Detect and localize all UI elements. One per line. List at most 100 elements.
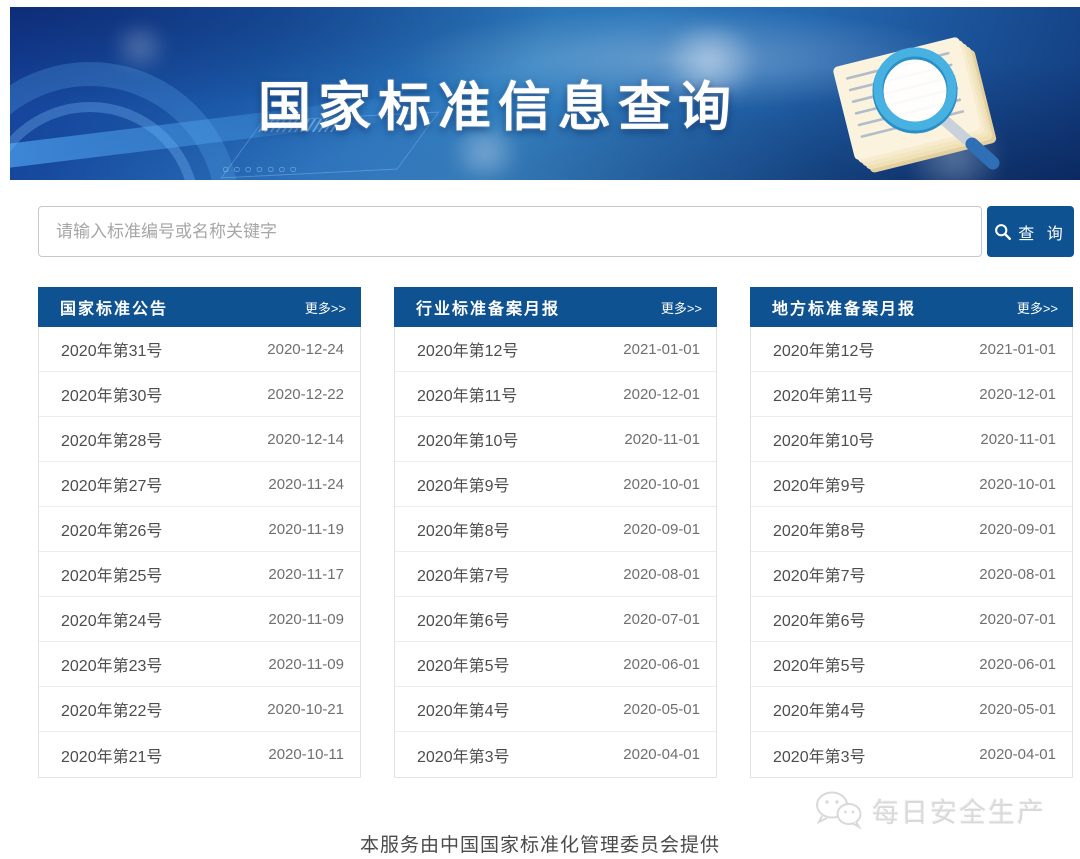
list-item[interactable]: 2020年第24号 2020-11-09	[39, 597, 360, 642]
wechat-icon	[812, 789, 864, 831]
list-item[interactable]: 2020年第31号 2020-12-24	[39, 327, 360, 372]
watermark-label: 每日安全生产	[872, 791, 1046, 830]
list-item-date: 2020-10-11	[268, 746, 344, 763]
list-item-date: 2020-10-01	[623, 476, 700, 493]
bulletin-panels: 国家标准公告 更多>> 2020年第31号 2020-12-24 2020年第3…	[38, 287, 1080, 778]
documents-magnifier-illustration	[817, 23, 1032, 173]
list-item-name: 2020年第23号	[61, 652, 162, 676]
search-input[interactable]	[38, 206, 982, 257]
list-item-date: 2020-09-01	[979, 521, 1056, 538]
list-item-name: 2020年第6号	[773, 607, 866, 631]
list-item-name: 2020年第3号	[417, 743, 510, 767]
list-item-date: 2020-12-24	[267, 341, 344, 358]
list-item-name: 2020年第4号	[773, 697, 866, 721]
list-item[interactable]: 2020年第23号 2020-11-09	[39, 642, 360, 687]
list-item[interactable]: 2020年第12号 2021-01-01	[395, 327, 716, 372]
list-item[interactable]: 2020年第25号 2020-11-17	[39, 552, 360, 597]
list-item-name: 2020年第31号	[61, 337, 162, 361]
list-item-date: 2020-08-01	[623, 566, 700, 583]
list-item-name: 2020年第9号	[417, 472, 510, 496]
list-item-date: 2020-11-09	[268, 656, 344, 673]
list-item[interactable]: 2020年第3号 2020-04-01	[751, 732, 1072, 777]
list-item-date: 2020-12-22	[267, 386, 344, 403]
panel-title: 地方标准备案月报	[772, 295, 916, 319]
list-item[interactable]: 2020年第8号 2020-09-01	[395, 507, 716, 552]
list-item-name: 2020年第9号	[773, 472, 866, 496]
list-item-date: 2021-01-01	[979, 341, 1056, 358]
list-item-date: 2020-10-21	[267, 701, 344, 718]
list-item-name: 2020年第3号	[773, 743, 866, 767]
watermark: 每日安全生产	[812, 789, 1046, 831]
list-item[interactable]: 2020年第21号 2020-10-11	[39, 732, 360, 777]
panel-list: 2020年第31号 2020-12-24 2020年第30号 2020-12-2…	[38, 327, 361, 778]
list-item[interactable]: 2020年第30号 2020-12-22	[39, 372, 360, 417]
list-item-date: 2020-06-01	[623, 656, 700, 673]
list-item-date: 2020-12-01	[979, 386, 1056, 403]
list-item-name: 2020年第12号	[773, 337, 874, 361]
panel-list: 2020年第12号 2021-01-01 2020年第11号 2020-12-0…	[394, 327, 717, 778]
list-item[interactable]: 2020年第7号 2020-08-01	[395, 552, 716, 597]
list-item-name: 2020年第11号	[773, 382, 873, 406]
list-item-date: 2020-11-01	[980, 431, 1056, 448]
panel-header: 行业标准备案月报 更多>>	[394, 287, 717, 327]
panel-title: 行业标准备案月报	[416, 295, 560, 319]
list-item-name: 2020年第30号	[61, 382, 162, 406]
list-item-date: 2020-07-01	[623, 611, 700, 628]
list-item-date: 2020-05-01	[623, 701, 700, 718]
more-link[interactable]: 更多>>	[305, 298, 346, 317]
search-button[interactable]: 查 询	[987, 206, 1074, 257]
list-item[interactable]: 2020年第4号 2020-05-01	[751, 687, 1072, 732]
list-item-date: 2020-11-01	[624, 431, 700, 448]
panel-list: 2020年第12号 2021-01-01 2020年第11号 2020-12-0…	[750, 327, 1073, 778]
list-item[interactable]: 2020年第7号 2020-08-01	[751, 552, 1072, 597]
panel-national-announcements: 国家标准公告 更多>> 2020年第31号 2020-12-24 2020年第3…	[38, 287, 361, 778]
list-item[interactable]: 2020年第11号 2020-12-01	[751, 372, 1072, 417]
panel-industry-monthly: 行业标准备案月报 更多>> 2020年第12号 2021-01-01 2020年…	[394, 287, 717, 778]
list-item-date: 2020-06-01	[979, 656, 1056, 673]
list-item-name: 2020年第27号	[61, 472, 162, 496]
list-item[interactable]: 2020年第5号 2020-06-01	[395, 642, 716, 687]
list-item-name: 2020年第10号	[773, 427, 874, 451]
list-item-name: 2020年第22号	[61, 697, 162, 721]
list-item-date: 2020-10-01	[979, 476, 1056, 493]
list-item[interactable]: 2020年第27号 2020-11-24	[39, 462, 360, 507]
list-item-name: 2020年第5号	[417, 652, 510, 676]
list-item-name: 2020年第5号	[773, 652, 866, 676]
page-title: 国家标准信息查询	[258, 65, 738, 141]
list-item[interactable]: 2020年第6号 2020-07-01	[395, 597, 716, 642]
search-button-label: 查 询	[1018, 220, 1066, 244]
list-item[interactable]: 2020年第3号 2020-04-01	[395, 732, 716, 777]
list-item[interactable]: 2020年第22号 2020-10-21	[39, 687, 360, 732]
list-item-date: 2020-12-01	[623, 386, 700, 403]
list-item[interactable]: 2020年第5号 2020-06-01	[751, 642, 1072, 687]
more-link[interactable]: 更多>>	[1017, 298, 1058, 317]
list-item-name: 2020年第26号	[61, 517, 162, 541]
list-item-name: 2020年第8号	[773, 517, 866, 541]
list-item-name: 2020年第7号	[417, 562, 510, 586]
list-item-name: 2020年第4号	[417, 697, 510, 721]
list-item[interactable]: 2020年第4号 2020-05-01	[395, 687, 716, 732]
list-item[interactable]: 2020年第10号 2020-11-01	[751, 417, 1072, 462]
list-item[interactable]: 2020年第9号 2020-10-01	[395, 462, 716, 507]
list-item[interactable]: 2020年第11号 2020-12-01	[395, 372, 716, 417]
list-item[interactable]: 2020年第9号 2020-10-01	[751, 462, 1072, 507]
list-item[interactable]: 2020年第10号 2020-11-01	[395, 417, 716, 462]
list-item[interactable]: 2020年第12号 2021-01-01	[751, 327, 1072, 372]
list-item-name: 2020年第6号	[417, 607, 510, 631]
more-link[interactable]: 更多>>	[661, 298, 702, 317]
list-item-date: 2020-11-19	[268, 521, 344, 538]
banner-dots-decoration: ○○○○○○○	[222, 162, 301, 176]
list-item-date: 2020-04-01	[979, 746, 1056, 763]
search-icon	[994, 223, 1011, 240]
list-item[interactable]: 2020年第26号 2020-11-19	[39, 507, 360, 552]
list-item-date: 2020-11-17	[268, 566, 344, 583]
footer-provider-text: 本服务由中国国家标准化管理委员会提供	[0, 830, 1080, 857]
list-item[interactable]: 2020年第6号 2020-07-01	[751, 597, 1072, 642]
list-item-name: 2020年第21号	[61, 743, 162, 767]
list-item-date: 2020-08-01	[979, 566, 1056, 583]
panel-header: 国家标准公告 更多>>	[38, 287, 361, 327]
list-item[interactable]: 2020年第28号 2020-12-14	[39, 417, 360, 462]
banner-glow-decoration	[105, 25, 175, 69]
list-item[interactable]: 2020年第8号 2020-09-01	[751, 507, 1072, 552]
list-item-name: 2020年第25号	[61, 562, 162, 586]
